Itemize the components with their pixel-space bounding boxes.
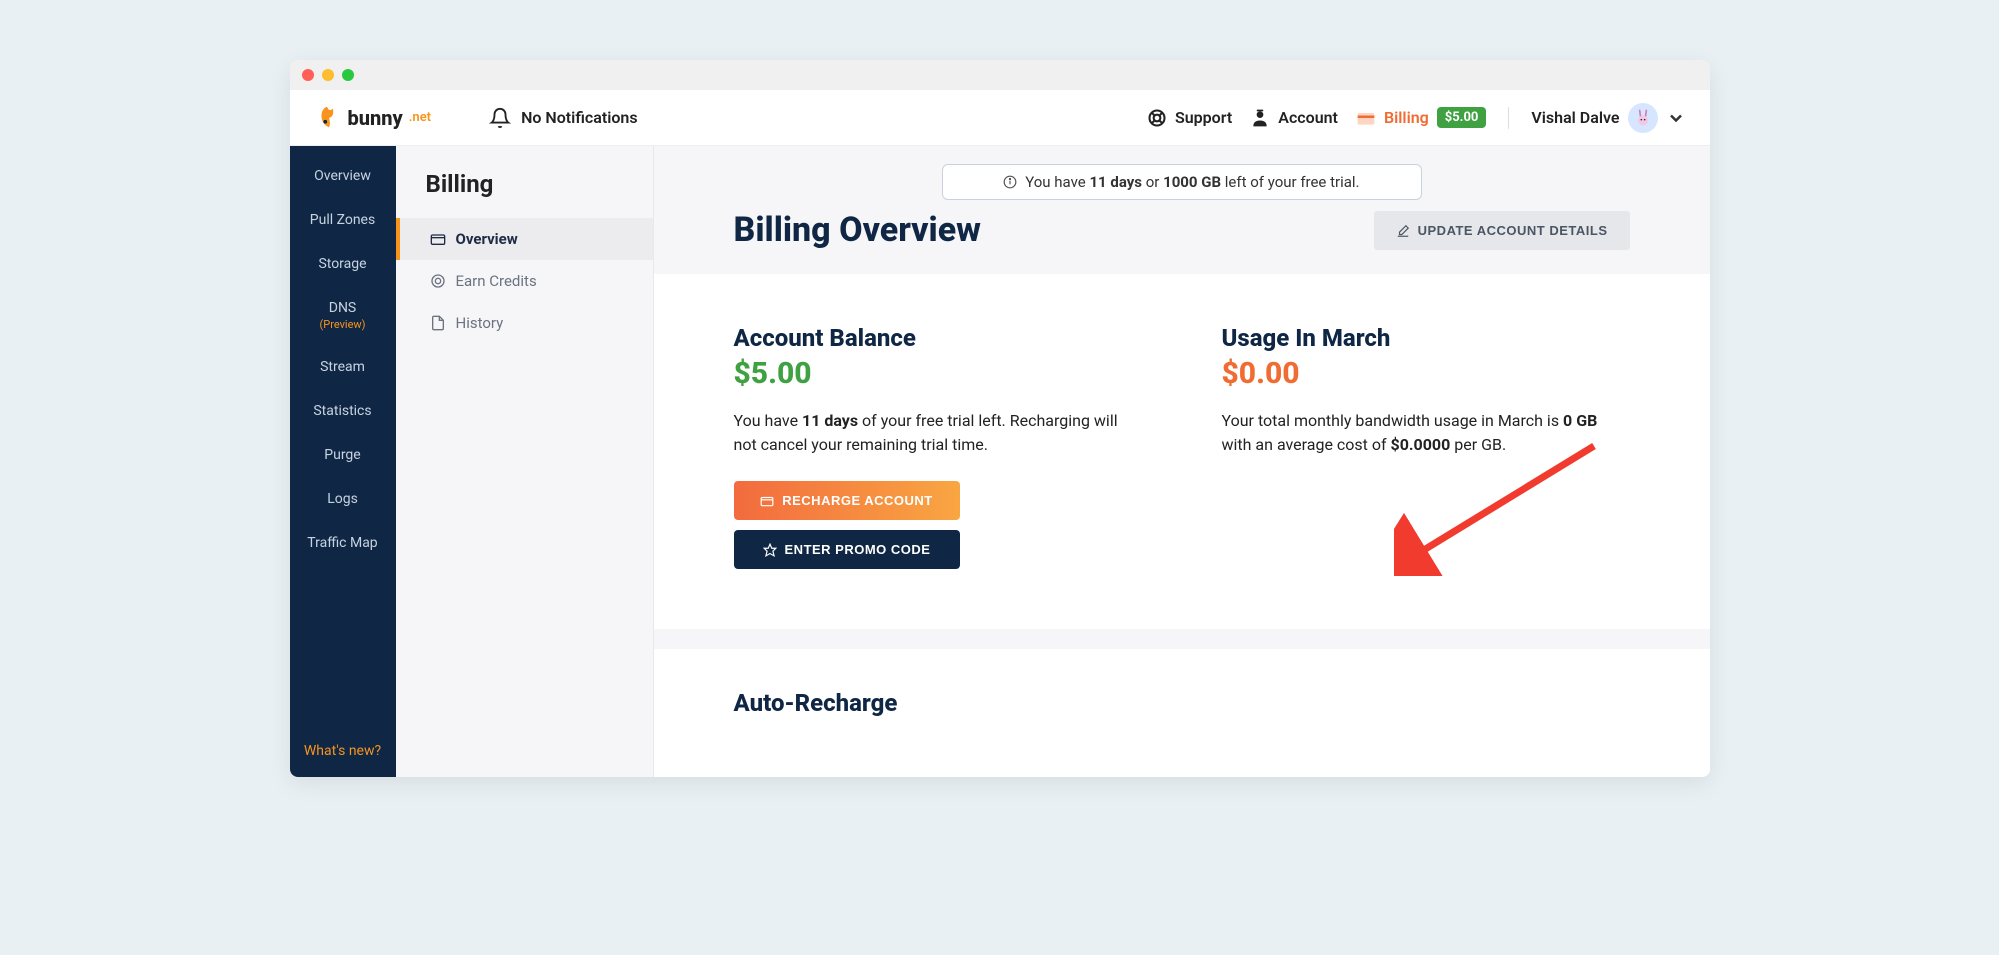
- card-icon: [1356, 108, 1376, 128]
- app-window: bunny .net No Notifications Support Accou…: [290, 60, 1710, 777]
- bunny-logo-icon: [314, 103, 344, 133]
- primary-nav: Overview Pull Zones Storage DNS (Preview…: [290, 146, 396, 777]
- nav-stream[interactable]: Stream: [290, 345, 396, 389]
- window-maximize-icon[interactable]: [342, 69, 354, 81]
- enter-promo-button[interactable]: ENTER PROMO CODE: [734, 530, 960, 569]
- user-name: Vishal Dalve: [1531, 108, 1619, 127]
- topbar-divider: [1508, 107, 1509, 129]
- recharge-label: RECHARGE ACCOUNT: [782, 493, 933, 508]
- billing-label: Billing: [1384, 108, 1429, 127]
- edit-icon: [1396, 224, 1410, 238]
- balance-desc: You have 11 days of your free trial left…: [734, 409, 1142, 457]
- subnav-overview[interactable]: Overview: [396, 218, 653, 260]
- nav-statistics[interactable]: Statistics: [290, 389, 396, 433]
- avatar: [1628, 103, 1658, 133]
- subnav-history[interactable]: History: [396, 302, 653, 344]
- subnav-earn-label: Earn Credits: [456, 272, 537, 290]
- account-balance-col: Account Balance $5.00 You have 11 days o…: [734, 324, 1142, 579]
- secondary-nav-title: Billing: [396, 170, 653, 218]
- chevron-down-icon: [1666, 108, 1686, 128]
- window-close-icon[interactable]: [302, 69, 314, 81]
- nav-whatsnew[interactable]: What's new?: [290, 725, 396, 777]
- app-body: Overview Pull Zones Storage DNS (Preview…: [290, 146, 1710, 777]
- promo-label: ENTER PROMO CODE: [785, 542, 931, 557]
- subnav-earn-credits[interactable]: Earn Credits: [396, 260, 653, 302]
- auto-recharge-heading: Auto-Recharge: [734, 689, 1630, 717]
- main-content: You have 11 days or 1000 GB left of your…: [654, 146, 1710, 777]
- nav-trafficmap[interactable]: Traffic Map: [290, 521, 396, 565]
- user-menu[interactable]: Vishal Dalve: [1531, 103, 1685, 133]
- user-icon: [1250, 108, 1270, 128]
- star-icon: [763, 543, 777, 557]
- trial-mid: or: [1142, 173, 1163, 191]
- balance-heading: Account Balance: [734, 324, 1142, 352]
- usage-desc: Your total monthly bandwidth usage in Ma…: [1222, 409, 1630, 457]
- usage-col: Usage In March $0.00 Your total monthly …: [1222, 324, 1630, 579]
- avatar-bunny-icon: [1633, 108, 1653, 128]
- page-title: Billing Overview: [734, 210, 982, 250]
- update-account-button[interactable]: UPDATE ACCOUNT DETAILS: [1374, 211, 1630, 250]
- nav-logs[interactable]: Logs: [290, 477, 396, 521]
- nav-pullzones[interactable]: Pull Zones: [290, 198, 396, 242]
- card-small-icon: [430, 231, 446, 247]
- trial-days: 11 days: [1089, 173, 1142, 191]
- support-label: Support: [1175, 108, 1232, 127]
- balance-usage-card: Account Balance $5.00 You have 11 days o…: [654, 274, 1710, 629]
- balance-amount: $5.00: [734, 356, 1142, 391]
- card-icon: [760, 494, 774, 508]
- window-titlebar: [290, 60, 1710, 90]
- logo[interactable]: bunny .net: [314, 103, 432, 133]
- trial-prefix: You have: [1025, 173, 1089, 191]
- account-link[interactable]: Account: [1250, 108, 1338, 128]
- nav-storage[interactable]: Storage: [290, 242, 396, 286]
- document-icon: [430, 315, 446, 331]
- nav-purge[interactable]: Purge: [290, 433, 396, 477]
- logo-suffix: .net: [409, 110, 431, 125]
- billing-link[interactable]: Billing $5.00: [1356, 107, 1486, 128]
- account-label: Account: [1278, 108, 1338, 127]
- main-header: Billing Overview UPDATE ACCOUNT DETAILS: [654, 200, 1710, 274]
- notifications[interactable]: No Notifications: [489, 107, 638, 129]
- secondary-nav: Billing Overview Earn Credits History: [396, 146, 654, 777]
- bell-icon: [489, 107, 511, 129]
- nav-dns-preview: (Preview): [290, 318, 396, 345]
- nav-overview[interactable]: Overview: [290, 154, 396, 198]
- lifebuoy-icon: [1147, 108, 1167, 128]
- trial-banner: You have 11 days or 1000 GB left of your…: [942, 164, 1422, 200]
- usage-heading: Usage In March: [1222, 324, 1630, 352]
- recharge-account-button[interactable]: RECHARGE ACCOUNT: [734, 481, 960, 520]
- auto-recharge-section: Auto-Recharge: [654, 649, 1710, 777]
- usage-amount: $0.00: [1222, 356, 1630, 391]
- window-minimize-icon[interactable]: [322, 69, 334, 81]
- subnav-overview-label: Overview: [456, 230, 518, 248]
- trial-gb: 1000 GB: [1163, 173, 1221, 191]
- target-icon: [430, 273, 446, 289]
- trial-suffix: left of your free trial.: [1221, 173, 1359, 191]
- balance-badge: $5.00: [1437, 107, 1487, 128]
- update-account-label: UPDATE ACCOUNT DETAILS: [1418, 223, 1608, 238]
- subnav-history-label: History: [456, 314, 504, 332]
- topbar: bunny .net No Notifications Support Accou…: [290, 90, 1710, 146]
- support-link[interactable]: Support: [1147, 108, 1232, 128]
- logo-text: bunny: [348, 106, 403, 130]
- notifications-text: No Notifications: [521, 108, 638, 127]
- info-icon: [1003, 175, 1017, 189]
